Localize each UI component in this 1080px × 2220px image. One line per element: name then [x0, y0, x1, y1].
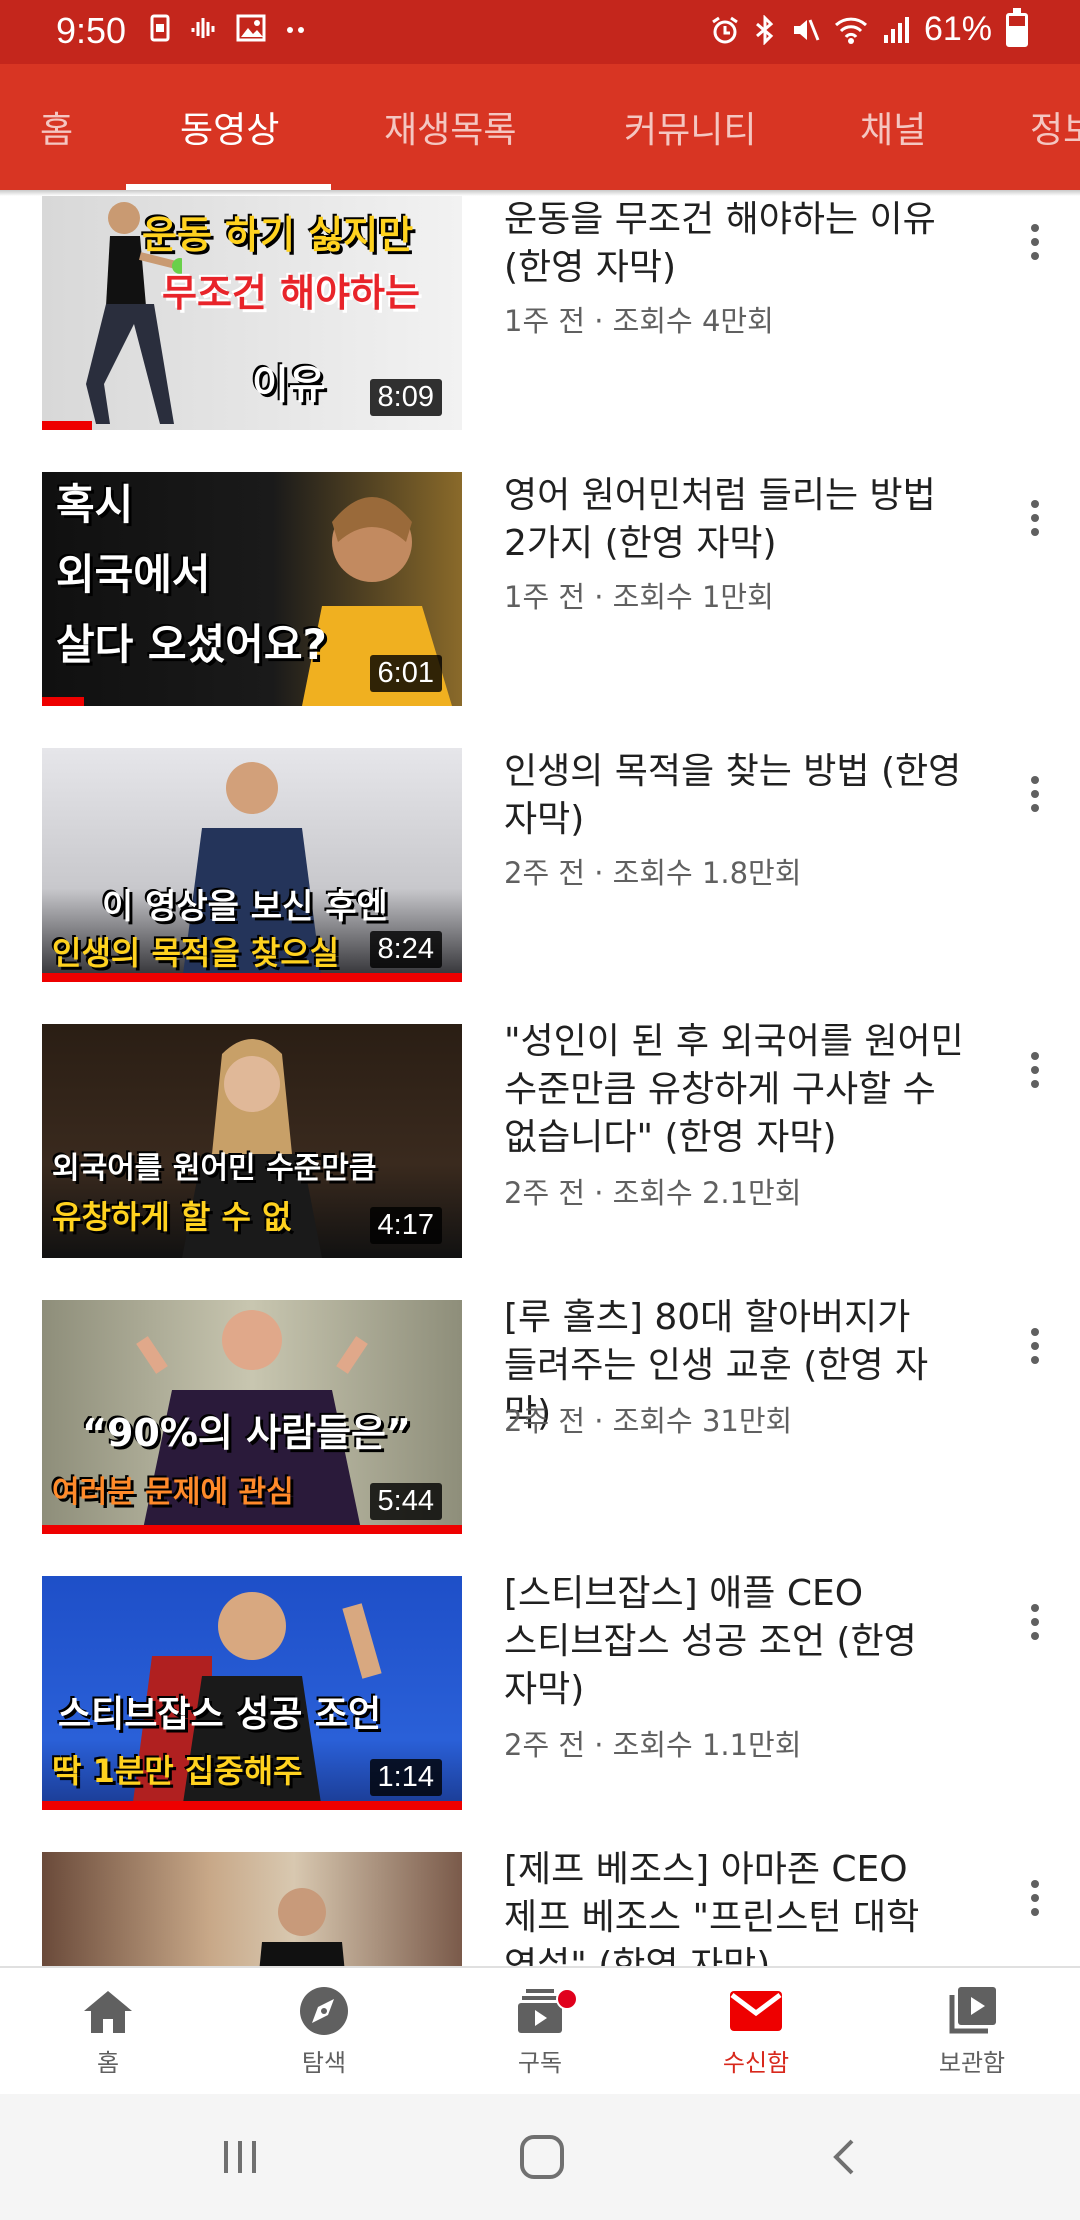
bottom-navigation: 홈 탐색 구독 수신함 보관함	[0, 1966, 1080, 2094]
thumbnail-caption: 무조건 해야하는	[162, 271, 420, 315]
video-row[interactable]: 이 영상을 보신 후엔 인생의 목적을 찾으실 8:24 인생의 목적을 찾는 …	[0, 742, 1080, 1018]
signal-icon	[883, 16, 909, 43]
tab-playlists[interactable]: 재생목록	[384, 64, 516, 190]
image-icon	[236, 14, 266, 42]
speaker-figure	[259, 1888, 345, 1966]
more-options-icon[interactable]	[1020, 1592, 1050, 1652]
video-row[interactable]: 혹시 외국에서 살다 오셨어요? 6:01 영어 원어민처럼 들리는 방법 2가…	[0, 466, 1080, 742]
bluetooth-icon	[755, 14, 774, 45]
more-options-icon[interactable]	[1020, 1040, 1050, 1100]
video-thumbnail[interactable]: “90%의 사람들은” 여러분 문제에 관심 5:44	[42, 1300, 462, 1534]
battery-percent: 61%	[923, 10, 992, 48]
video-duration: 5:44	[369, 1483, 442, 1520]
more-options-icon[interactable]	[1020, 212, 1050, 272]
watch-progress-bar	[42, 697, 84, 706]
home-icon	[84, 1990, 132, 2033]
status-time: 9:50	[56, 10, 127, 51]
watch-progress-bar	[42, 973, 462, 982]
alarm-icon	[712, 16, 738, 43]
inbox-icon	[730, 1990, 782, 2031]
thumbnail-caption: 운동 하기 싫지만	[142, 213, 414, 257]
status-system-icons: 61%	[710, 7, 1028, 49]
status-notification-icons	[150, 14, 306, 42]
video-thumbnail[interactable]: 운동 하기 싫지만 무조건 해야하는 이유 8:09	[42, 196, 462, 430]
video-title[interactable]: [제프 베조스] 아마존 CEO 제프 베조스 "프린스턴 대학 연설" (한영…	[504, 1846, 974, 1966]
video-title[interactable]: "성인이 된 후 외국어를 원어민 수준만큼 유창하게 구사할 수 없습니다" …	[504, 1018, 974, 1162]
tab-home[interactable]: 홈	[40, 64, 73, 190]
video-meta: 2주 전 · 조회수 1.1만회	[504, 1728, 802, 1762]
watch-progress-bar	[42, 1801, 462, 1810]
video-row[interactable]: 운동 하기 싫지만 무조건 해야하는 이유 8:09 운동을 무조건 해야하는 …	[0, 190, 1080, 466]
home-button[interactable]	[502, 2124, 582, 2190]
video-duration: 8:24	[369, 931, 442, 968]
system-navigation-bar	[0, 2094, 1080, 2220]
video-title[interactable]: 인생의 목적을 찾는 방법 (한영 자막)	[504, 748, 974, 844]
video-row[interactable]: 스티브잡스 성공 조언 딱 1분만 집중해주 1:14 [스티브잡스] 애플 C…	[0, 1570, 1080, 1846]
thumbnail-caption: “90%의 사람들은”	[82, 1411, 411, 1455]
more-options-icon[interactable]	[1020, 764, 1050, 824]
nav-library[interactable]: 보관함	[864, 1968, 1080, 2094]
video-meta: 2주 전 · 조회수 31만회	[504, 1404, 793, 1438]
home-button-icon	[520, 2135, 564, 2179]
back-icon	[833, 2139, 854, 2175]
recent-apps-button[interactable]	[200, 2124, 280, 2190]
thumbnail-caption: 스티브잡스 성공 조언	[58, 1694, 382, 1735]
video-row[interactable]: [제프 베조스] 아마존 CEO 제프 베조스 "프린스턴 대학 연설" (한영…	[0, 1846, 1080, 1966]
more-options-icon[interactable]	[1020, 488, 1050, 548]
nav-subscriptions[interactable]: 구독	[432, 1968, 648, 2094]
video-duration: 1:14	[369, 1759, 442, 1796]
more-options-icon[interactable]	[1020, 1868, 1050, 1928]
video-thumbnail[interactable]: 외국어를 원어민 수준만큼 유창하게 할 수 없 4:17	[42, 1024, 462, 1258]
tab-channels[interactable]: 채널	[860, 64, 926, 190]
video-meta: 1주 전 · 조회수 1만회	[504, 580, 774, 614]
video-thumbnail[interactable]: 스티브잡스 성공 조언 딱 1분만 집중해주 1:14	[42, 1576, 462, 1810]
video-title[interactable]: 영어 원어민처럼 들리는 방법 2가지 (한영 자막)	[504, 472, 974, 568]
library-icon	[949, 1986, 996, 2033]
thumbnail-caption: 혹시	[56, 480, 134, 529]
video-title[interactable]: [스티브잡스] 애플 CEO 스티브잡스 성공 조언 (한영 자막)	[504, 1570, 974, 1714]
tab-videos[interactable]: 동영상	[180, 64, 279, 190]
notification-badge	[556, 1988, 578, 2010]
video-duration: 4:17	[369, 1207, 442, 1244]
video-list[interactable]: 운동 하기 싫지만 무조건 해야하는 이유 8:09 운동을 무조건 해야하는 …	[0, 190, 1080, 1966]
video-meta: 2주 전 · 조회수 2.1만회	[504, 1176, 802, 1210]
video-meta: 1주 전 · 조회수 4만회	[504, 304, 774, 338]
video-title[interactable]: 운동을 무조건 해야하는 이유 (한영 자막)	[504, 196, 974, 292]
video-duration: 8:09	[369, 379, 442, 416]
wifi-icon	[834, 17, 867, 44]
watch-progress-bar	[42, 421, 93, 430]
nav-inbox[interactable]: 수신함	[648, 1968, 864, 2094]
nav-explore[interactable]: 탐색	[216, 1968, 432, 2094]
video-thumbnail[interactable]	[42, 1852, 462, 1966]
tab-about[interactable]: 정보	[1030, 64, 1080, 190]
recent-apps-icon	[224, 2141, 256, 2173]
video-row[interactable]: “90%의 사람들은” 여러분 문제에 관심 5:44 [루 홀츠] 80대 할…	[0, 1294, 1080, 1570]
sim-icon	[150, 14, 170, 42]
more-dots-icon	[287, 27, 304, 33]
status-bar: 9:50 61%	[0, 0, 1080, 64]
thumbnail-caption: 외국에서	[56, 550, 211, 599]
video-thumbnail[interactable]: 혹시 외국에서 살다 오셨어요? 6:01	[42, 472, 462, 706]
nav-home[interactable]: 홈	[0, 1968, 216, 2094]
more-options-icon[interactable]	[1020, 1316, 1050, 1376]
back-button[interactable]	[806, 2124, 886, 2190]
watch-progress-bar	[42, 1525, 462, 1534]
tab-community[interactable]: 커뮤니티	[624, 64, 756, 190]
video-meta: 2주 전 · 조회수 1.8만회	[504, 856, 802, 890]
video-thumbnail[interactable]: 이 영상을 보신 후엔 인생의 목적을 찾으실 8:24	[42, 748, 462, 982]
video-duration: 6:01	[369, 655, 442, 692]
battery-icon	[1006, 7, 1028, 47]
voice-icon	[191, 18, 215, 38]
channel-tab-bar: 홈 동영상 재생목록 커뮤니티 채널 정보	[0, 64, 1080, 190]
compass-icon	[300, 1986, 348, 2035]
tabbar-shadow	[0, 190, 1080, 196]
video-row[interactable]: 외국어를 원어민 수준만큼 유창하게 할 수 없 4:17 "성인이 된 후 외…	[0, 1018, 1080, 1294]
mute-icon	[793, 18, 820, 41]
